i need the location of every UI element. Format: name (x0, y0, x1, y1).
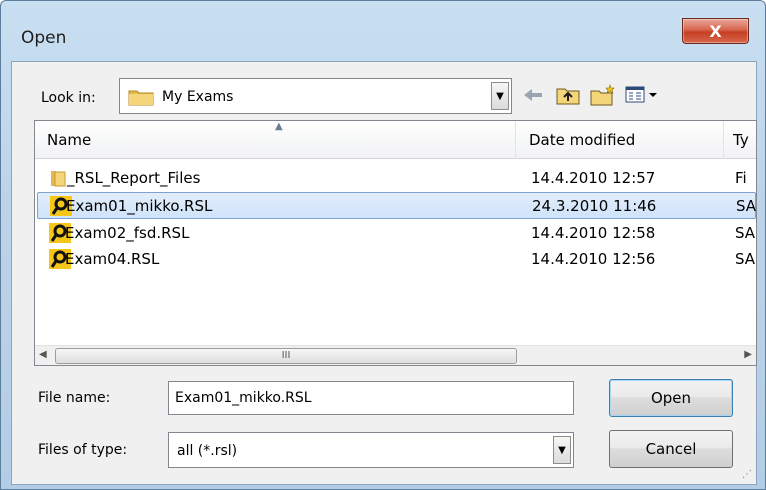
horizontal-scrollbar[interactable]: ◀ III ▶ (35, 345, 756, 365)
look-in-dropdown-arrow[interactable]: ▼ (491, 82, 509, 110)
chevron-down-icon: ▼ (496, 90, 504, 102)
file-name-field[interactable] (168, 381, 574, 415)
folder-icon (49, 168, 69, 188)
file-type: SA (736, 197, 757, 215)
cancel-button[interactable]: Cancel (609, 430, 733, 468)
dialog-client-area: Look in: My Exams ▼ Name ▲ Date modified… (11, 61, 757, 485)
scrollbar-thumb[interactable]: III (55, 348, 517, 364)
title-bar[interactable]: Open X (1, 1, 765, 61)
file-type: SA (735, 224, 756, 242)
files-of-type-label: Files of type: (38, 442, 128, 458)
folder-icon (128, 88, 154, 110)
file-name: Exam04.RSL (65, 250, 160, 268)
look-in-label: Look in: (41, 90, 96, 106)
file-type: SA (735, 250, 756, 268)
close-icon: X (709, 21, 722, 41)
file-name: _RSL_Report_Files (67, 169, 201, 187)
up-folder-icon[interactable] (555, 82, 581, 108)
files-of-type-value: all (*.rsl) (177, 443, 238, 459)
open-button[interactable]: Open (609, 379, 733, 417)
open-dialog-window: Open X Look in: My Exams ▼ Name ▲ Date m… (0, 0, 766, 490)
file-date: 14.4.2010 12:57 (531, 169, 656, 187)
list-header: Name ▲ Date modified Ty (35, 121, 756, 159)
list-item[interactable]: _RSL_Report_Files 14.4.2010 12:57 Fi (37, 165, 756, 192)
column-header-name[interactable]: Name (47, 121, 91, 159)
close-button[interactable]: X (682, 18, 749, 44)
sort-ascending-icon: ▲ (275, 121, 283, 132)
view-menu-icon[interactable] (624, 82, 660, 108)
chevron-down-icon: ▼ (558, 444, 566, 456)
open-button-label: Open (650, 389, 692, 407)
file-name: Exam02_fsd.RSL (65, 224, 190, 242)
back-arrow-icon[interactable] (520, 82, 546, 108)
list-item-selected[interactable]: Exam01_mikko.RSL 24.3.2010 11:46 SA (37, 192, 756, 219)
files-of-type-dropdown-arrow[interactable]: ▼ (553, 436, 571, 464)
column-divider[interactable] (723, 121, 724, 159)
file-date: 14.4.2010 12:56 (531, 250, 656, 268)
cancel-button-label: Cancel (645, 440, 697, 458)
new-folder-icon[interactable] (590, 82, 616, 108)
file-type: Fi (735, 169, 747, 187)
list-item[interactable]: Exam04.RSL 14.4.2010 12:56 SA (37, 246, 756, 273)
scrollbar-grip: III (281, 350, 291, 361)
file-date: 14.4.2010 12:58 (531, 224, 656, 242)
file-name-label: File name: (38, 390, 111, 406)
file-date: 24.3.2010 11:46 (532, 197, 657, 215)
window-title: Open (21, 28, 67, 48)
column-header-type[interactable]: Ty (733, 121, 749, 159)
column-divider[interactable] (515, 121, 516, 159)
look-in-combo[interactable]: My Exams ▼ (119, 78, 512, 114)
resize-grip-icon[interactable]: ⋰ (742, 469, 752, 480)
scroll-right-arrow-icon[interactable]: ▶ (738, 349, 752, 363)
column-header-date-modified[interactable]: Date modified (529, 121, 635, 159)
look-in-value: My Exams (162, 89, 234, 105)
list-item[interactable]: Exam02_fsd.RSL 14.4.2010 12:58 SA (37, 220, 756, 247)
scroll-left-arrow-icon[interactable]: ◀ (39, 349, 53, 363)
files-of-type-combo[interactable]: all (*.rsl) ▼ (168, 432, 574, 468)
file-name: Exam01_mikko.RSL (66, 197, 213, 215)
file-list[interactable]: Name ▲ Date modified Ty _RSL_Report_File… (34, 120, 757, 366)
